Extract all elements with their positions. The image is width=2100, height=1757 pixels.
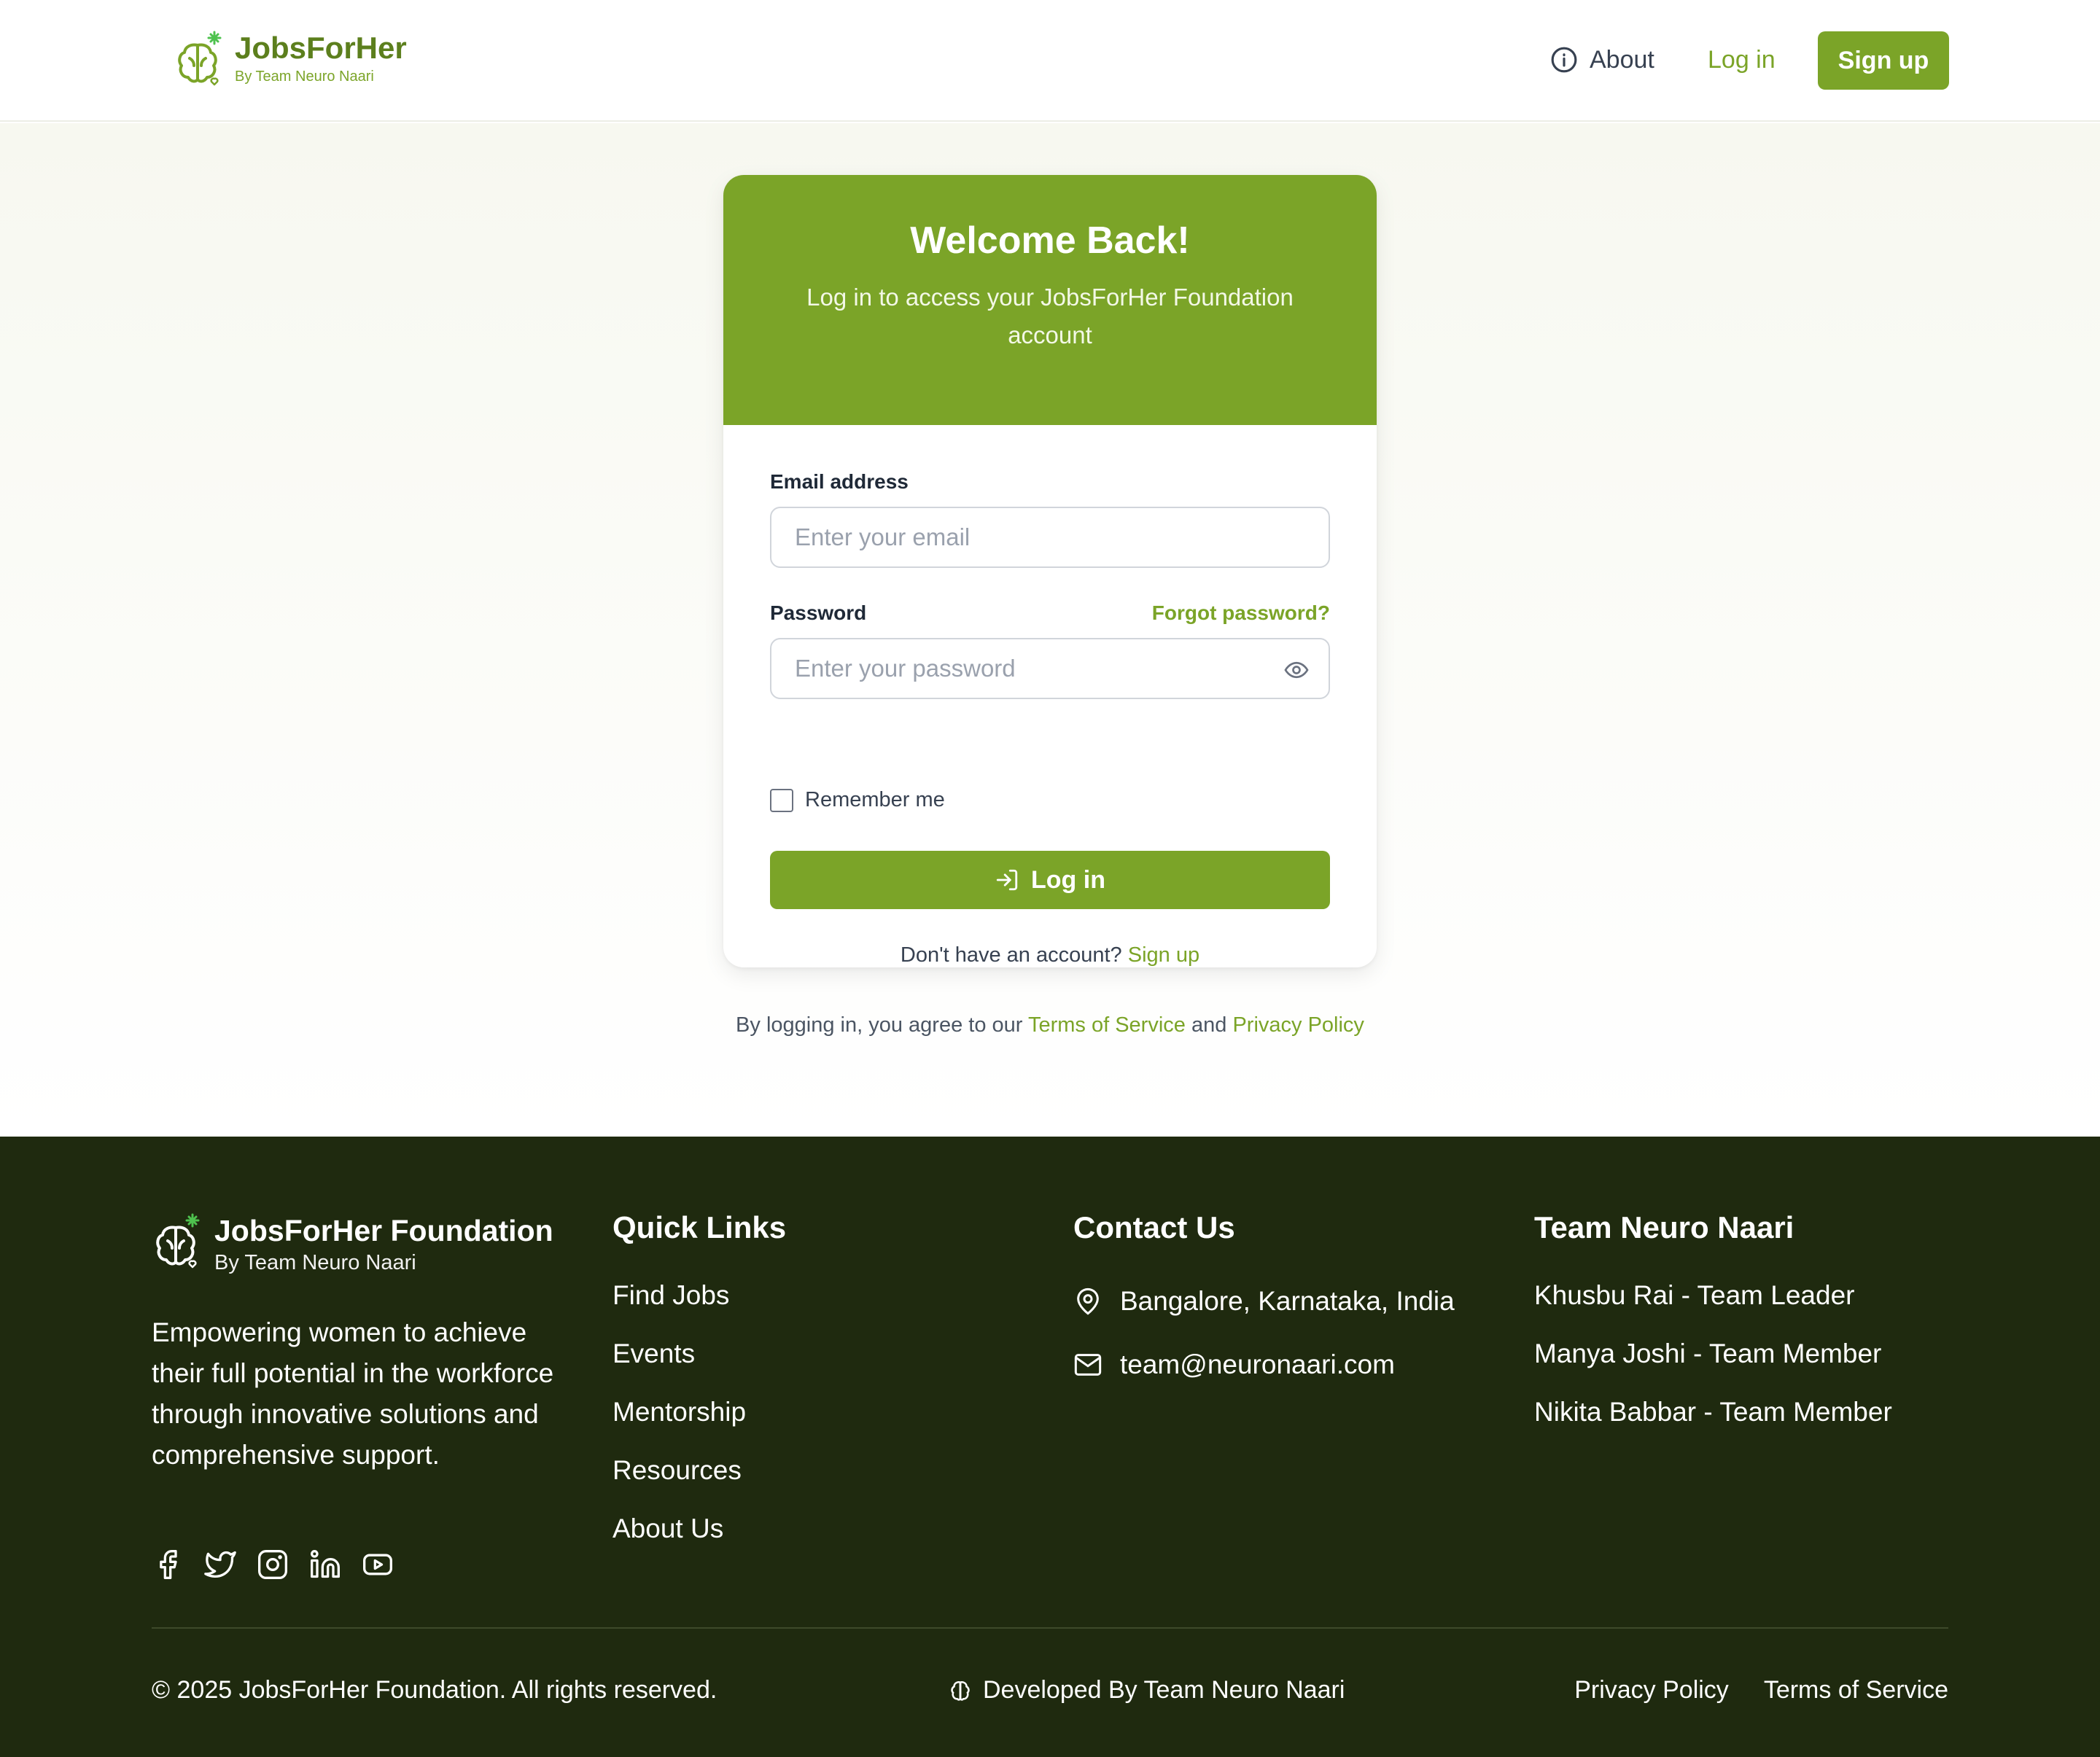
quick-links-list: Find Jobs Events Mentorship Resources Ab… — [612, 1279, 746, 1571]
terms-prefix: By logging in, you agree to our — [736, 1013, 1023, 1037]
privacy-policy-link[interactable]: Privacy Policy — [1232, 1013, 1364, 1037]
signup-link[interactable]: Sign up — [1128, 943, 1199, 967]
brain-logo-icon — [156, 1213, 200, 1269]
login-subtitle: Log in to access your JobsForHer Foundat… — [806, 284, 1294, 348]
linkedin-icon[interactable] — [309, 1548, 341, 1581]
terms-notice: By logging in, you agree to our Terms of… — [0, 1013, 2100, 1037]
contact-title: Contact Us — [1073, 1210, 1235, 1244]
login-submit-label: Log in — [1031, 865, 1105, 894]
youtube-icon[interactable] — [362, 1548, 394, 1581]
contact-address: Bangalore, Karnataka, India — [1073, 1286, 1455, 1317]
login-submit-button[interactable]: Log in — [770, 851, 1330, 909]
social-links — [152, 1548, 414, 1581]
team-member: Nikita Babbar - Team Member — [1534, 1397, 1892, 1427]
contact-email[interactable]: team@neuronaari.com — [1073, 1349, 1395, 1380]
signup-prompt: Don't have an account? Sign up — [723, 943, 1377, 967]
login-title: Welcome Back! — [910, 219, 1190, 262]
info-icon — [1551, 47, 1577, 73]
team-list: Khusbu Rai - Team Leader Manya Joshi - T… — [1534, 1279, 1892, 1454]
footer-link-mentorship[interactable]: Mentorship — [612, 1396, 746, 1428]
nav-signup-button[interactable]: Sign up — [1818, 31, 1949, 90]
footer-brand-subtitle: By Team Neuro Naari — [214, 1251, 416, 1274]
no-account-text: Don't have an account? — [900, 943, 1122, 967]
footer-privacy-link[interactable]: Privacy Policy — [1574, 1676, 1729, 1705]
login-card-header: Welcome Back! Log in to access your Jobs… — [723, 175, 1377, 425]
mail-icon — [1074, 1354, 1102, 1376]
login-section: Welcome Back! Log in to access your Jobs… — [0, 123, 2100, 1137]
footer-divider — [152, 1627, 1948, 1629]
footer-description: Empowering women to achieve their full p… — [152, 1317, 554, 1470]
twitter-icon[interactable] — [204, 1548, 236, 1581]
login-arrow-icon — [996, 869, 1018, 891]
team-title: Team Neuro Naari — [1534, 1210, 1794, 1244]
login-card: Welcome Back! Log in to access your Jobs… — [723, 175, 1377, 967]
footer-brand-title: JobsForHer Foundation — [214, 1214, 553, 1247]
nav-login-link[interactable]: Log in — [1708, 42, 1776, 77]
brand-logo-link[interactable]: JobsForHer By Team Neuro Naari — [174, 29, 407, 89]
developed-by: Developed By Team Neuro Naari — [948, 1676, 1345, 1705]
brain-icon — [951, 1680, 970, 1701]
top-navbar: JobsForHer By Team Neuro Naari About Log… — [0, 0, 2100, 122]
brand-subtitle: By Team Neuro Naari — [235, 69, 374, 85]
remember-me-checkbox[interactable] — [770, 788, 793, 812]
brain-logo-icon — [178, 31, 222, 86]
facebook-icon[interactable] — [152, 1548, 184, 1581]
show-password-eye-icon[interactable] — [1283, 657, 1310, 683]
developed-by-text: Developed By Team Neuro Naari — [983, 1676, 1345, 1704]
contact-address-text: Bangalore, Karnataka, India — [1120, 1286, 1455, 1316]
site-footer: JobsForHer Foundation By Team Neuro Naar… — [0, 1137, 2100, 1757]
terms-of-service-link[interactable]: Terms of Service — [1028, 1013, 1186, 1037]
footer-link-resources[interactable]: Resources — [612, 1454, 746, 1487]
footer-link-about-us[interactable]: About Us — [612, 1513, 746, 1545]
team-member: Manya Joshi - Team Member — [1534, 1339, 1882, 1368]
contact-email-text: team@neuronaari.com — [1120, 1349, 1395, 1379]
email-label: Email address — [770, 470, 909, 493]
footer-terms-link[interactable]: Terms of Service — [1764, 1676, 1948, 1705]
remember-me-label: Remember me — [805, 788, 945, 811]
team-member: Khusbu Rai - Team Leader — [1534, 1280, 1855, 1310]
footer-legal-links: Privacy Policy Terms of Service — [1539, 1676, 1948, 1705]
password-input[interactable]: Enter your password — [770, 638, 1330, 699]
remember-me-row[interactable]: Remember me — [770, 788, 945, 812]
password-placeholder: Enter your password — [795, 655, 1016, 682]
email-input[interactable]: Enter your email — [770, 507, 1330, 568]
instagram-icon[interactable] — [257, 1548, 289, 1581]
forgot-password-link[interactable]: Forgot password? — [1152, 601, 1330, 625]
footer-link-find-jobs[interactable]: Find Jobs — [612, 1279, 746, 1312]
email-placeholder: Enter your email — [795, 523, 971, 550]
footer-brand: JobsForHer Foundation By Team Neuro Naar… — [152, 1212, 553, 1276]
terms-and: and — [1191, 1013, 1227, 1037]
quick-links-title: Quick Links — [612, 1210, 787, 1244]
copyright-text: © 2025 JobsForHer Foundation. All rights… — [152, 1676, 718, 1704]
brand-title: JobsForHer — [235, 31, 407, 65]
nav-about-link[interactable]: About — [1550, 42, 1654, 77]
nav-about-label: About — [1590, 45, 1654, 74]
map-pin-icon — [1077, 1287, 1099, 1315]
footer-link-events[interactable]: Events — [612, 1338, 746, 1370]
password-label: Password — [770, 601, 867, 624]
